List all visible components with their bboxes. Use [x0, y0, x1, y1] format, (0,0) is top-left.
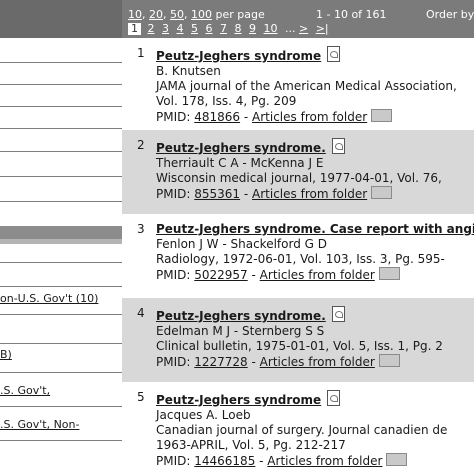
- result-title-link[interactable]: Peutz-Jeghers syndrome.: [156, 141, 326, 155]
- divider: [0, 128, 122, 129]
- page-link-4[interactable]: 4: [177, 22, 184, 35]
- divider: [0, 176, 122, 177]
- divider: [0, 440, 122, 441]
- results-header: 10, 20, 50, 100 per page 1 - 10 of 161 O…: [122, 0, 474, 38]
- divider: [0, 372, 122, 373]
- per-page-selector: 10, 20, 50, 100 per page: [128, 8, 265, 21]
- page-link-2[interactable]: 2: [148, 22, 155, 35]
- result-citation: Clinical bulletin, 1975-01-01, Vol. 5, I…: [156, 339, 443, 353]
- pmid-link[interactable]: 1227728: [194, 355, 247, 369]
- result-item: 5 Peutz-Jeghers syndrome Jacques A. Loeb…: [137, 390, 448, 468]
- articles-from-folder-link[interactable]: Articles from folder: [260, 355, 375, 369]
- page-current: 1: [128, 23, 141, 35]
- folder-icon[interactable]: [386, 453, 408, 466]
- result-citation: Radiology, 1972-06-01, Vol. 103, Iss. 3,…: [156, 252, 445, 266]
- pmid-label: PMID:: [156, 110, 191, 124]
- divider: [0, 201, 122, 202]
- sidebar-filter-panel: [0, 38, 122, 226]
- results-list: 1 Peutz-Jeghers syndrome B. Knutsen JAMA…: [122, 38, 474, 474]
- page-ellipsis: ...: [285, 22, 296, 35]
- per-page-50[interactable]: 50: [170, 8, 184, 21]
- pdf-icon[interactable]: [327, 46, 341, 62]
- result-authors: Fenlon J W - Shackelford G D: [156, 237, 327, 251]
- result-authors: Jacques A. Loeb: [156, 408, 251, 422]
- facet-link-non-us-govt[interactable]: on-U.S. Gov't (10): [0, 292, 122, 305]
- pmid-link[interactable]: 855361: [194, 187, 240, 201]
- result-authors: B. Knutsen: [156, 64, 221, 78]
- divider: [0, 151, 122, 152]
- pmid-link[interactable]: 14466185: [194, 454, 255, 468]
- page-link-7[interactable]: 7: [220, 22, 227, 35]
- pmid-link[interactable]: 5022957: [194, 268, 247, 282]
- pdf-icon[interactable]: [327, 390, 341, 406]
- divider: [0, 62, 122, 63]
- articles-from-folder-link[interactable]: Articles from folder: [252, 110, 367, 124]
- result-citation: Canadian journal of surgery. Journal can…: [156, 423, 448, 437]
- result-item: 2 Peutz-Jeghers syndrome. Therriault C A…: [122, 130, 474, 214]
- pagination: 1 2 3 4 5 6 7 8 9 10 ... > >|: [128, 22, 333, 35]
- order-by-label[interactable]: Order by: [426, 8, 474, 21]
- page-link-9[interactable]: 9: [249, 22, 256, 35]
- filter-sidebar: on-U.S. Gov't (10) B) .S. Gov't, .S. Gov…: [0, 0, 122, 474]
- folder-icon[interactable]: [371, 109, 393, 122]
- result-item: 4 Peutz-Jeghers syndrome. Edelman M J - …: [122, 298, 474, 382]
- pmid-label: PMID:: [156, 454, 191, 468]
- articles-from-folder-link[interactable]: Articles from folder: [267, 454, 382, 468]
- pdf-icon[interactable]: [331, 306, 345, 322]
- folder-icon[interactable]: [371, 186, 393, 199]
- pmid-label: PMID:: [156, 187, 191, 201]
- result-title-link[interactable]: Peutz-Jeghers syndrome: [156, 49, 321, 63]
- result-title-link[interactable]: Peutz-Jeghers syndrome.: [156, 309, 326, 323]
- divider: [0, 84, 122, 85]
- result-number: 5: [137, 390, 145, 404]
- page-last[interactable]: >|: [316, 22, 329, 35]
- divider: [0, 106, 122, 107]
- articles-from-folder-link[interactable]: Articles from folder: [252, 187, 367, 201]
- page-link-10[interactable]: 10: [264, 22, 278, 35]
- per-page-label: per page: [215, 8, 265, 21]
- pmid-link[interactable]: 481866: [194, 110, 240, 124]
- page-link-6[interactable]: 6: [206, 22, 213, 35]
- per-page-100[interactable]: 100: [191, 8, 212, 21]
- result-citation: Wisconsin medical journal, 1977-04-01, V…: [156, 171, 442, 185]
- pdf-icon[interactable]: [331, 138, 345, 154]
- per-page-20[interactable]: 20: [149, 8, 163, 21]
- result-title-link[interactable]: Peutz-Jeghers syndrome: [156, 393, 321, 407]
- result-citation-detail: 1963-APRIL, Vol. 5, Pg. 212-217: [156, 438, 346, 452]
- result-number: 2: [137, 138, 145, 152]
- page-link-5[interactable]: 5: [191, 22, 198, 35]
- divider: [0, 286, 122, 287]
- sidebar-header: [0, 0, 122, 38]
- folder-icon[interactable]: [378, 354, 400, 367]
- result-item: 3 Peutz-Jeghers syndrome. Case report wi…: [122, 214, 474, 298]
- facet-link-us-govt[interactable]: .S. Gov't,: [0, 384, 122, 397]
- facet-link-us-govt-non[interactable]: .S. Gov't, Non-: [0, 418, 122, 431]
- result-authors: Therriault C A - McKenna J E: [156, 156, 324, 170]
- result-citation-detail: Vol. 178, Iss. 4, Pg. 209: [156, 94, 297, 108]
- result-citation: JAMA journal of the American Medical Ass…: [156, 79, 457, 93]
- page-link-8[interactable]: 8: [235, 22, 242, 35]
- result-title-link[interactable]: Peutz-Jeghers syndrome. Case report with…: [156, 222, 474, 236]
- facet-link[interactable]: B): [0, 348, 122, 361]
- pmid-label: PMID:: [156, 268, 191, 282]
- pmid-label: PMID:: [156, 355, 191, 369]
- divider: [0, 314, 122, 315]
- divider: [0, 406, 122, 407]
- folder-icon[interactable]: [378, 267, 400, 280]
- divider: [0, 343, 122, 344]
- result-number: 1: [137, 46, 145, 60]
- divider: [0, 262, 122, 263]
- result-item: 1 Peutz-Jeghers syndrome B. Knutsen JAMA…: [137, 46, 457, 124]
- sidebar-section-header: [0, 226, 122, 239]
- articles-from-folder-link[interactable]: Articles from folder: [260, 268, 375, 282]
- result-range: 1 - 10 of 161: [316, 8, 387, 21]
- result-authors: Edelman M J - Sternberg S S: [156, 324, 325, 338]
- result-number: 3: [137, 222, 145, 236]
- page-next[interactable]: >: [299, 22, 308, 35]
- result-number: 4: [137, 306, 145, 320]
- per-page-10[interactable]: 10: [128, 8, 142, 21]
- page-link-3[interactable]: 3: [162, 22, 169, 35]
